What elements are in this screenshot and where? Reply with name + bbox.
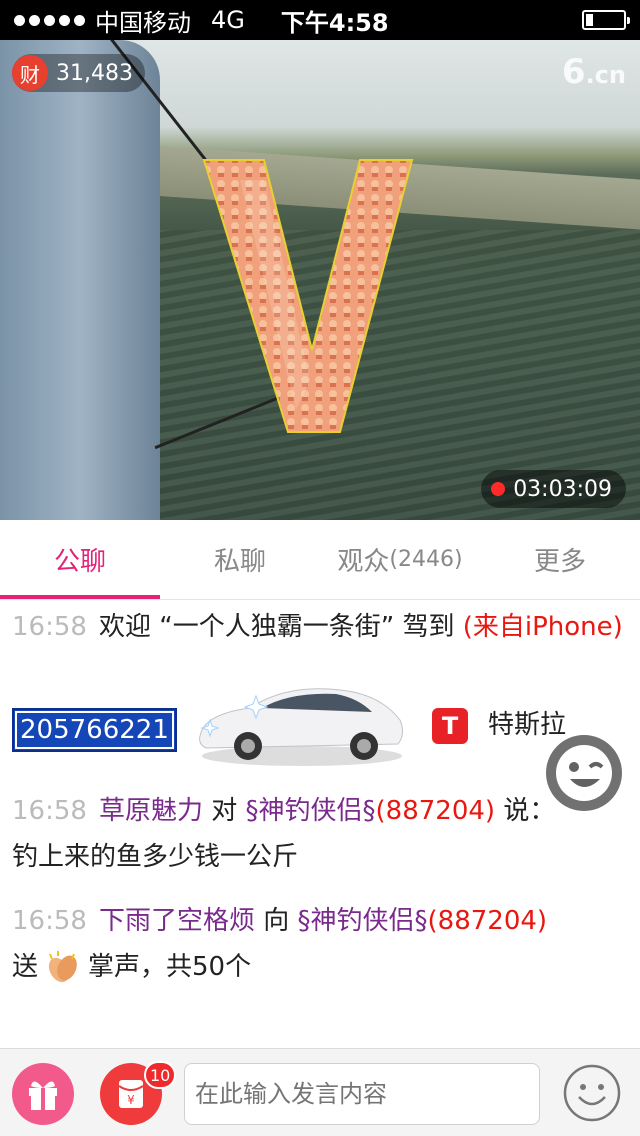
tab-label: 观众 <box>337 547 390 577</box>
site-logo: 6.cn <box>562 52 626 92</box>
chat-tabs: 公聊 私聊 观众 (2446) 更多 <box>0 520 640 600</box>
live-indicator-dot <box>491 482 506 496</box>
logo-suffix: .cn <box>585 61 626 89</box>
emoji-picker-icon[interactable] <box>562 1063 622 1123</box>
chat-message-welcome: 16:58 欢迎 “一个人独霸一条街” 驾到 (来自iPhone) <box>12 604 628 650</box>
welcome-prefix: 欢迎 <box>98 612 151 642</box>
status-time: 下午4:58 <box>280 8 389 37</box>
welcome-action: 驾到 <box>402 612 455 642</box>
wink-face-icon <box>556 745 612 801</box>
bottom-input-bar: ¥ 10 <box>0 1048 640 1136</box>
tab-label: 公聊 <box>53 547 106 577</box>
clap-gift-icon <box>48 950 77 982</box>
chat-input[interactable] <box>184 1063 540 1125</box>
gift-button[interactable] <box>12 1063 74 1125</box>
tab-audience[interactable]: 观众 (2446) <box>320 520 480 599</box>
carrier-name: 中国移动 <box>95 8 191 37</box>
svg-text:¥: ¥ <box>127 1093 135 1107</box>
gift-icon <box>29 1081 57 1110</box>
message-connector: 向 <box>263 906 290 936</box>
battery-icon <box>582 10 630 30</box>
signal-strength-icon <box>14 14 85 26</box>
car-gift-icon <box>199 688 404 766</box>
car-gift-row: 205766221 T 特斯拉 <box>12 664 628 784</box>
v-gift-animation <box>202 159 414 433</box>
message-recipient[interactable]: §神钓侠侣§ <box>298 906 428 936</box>
live-timer: 03:03:09 <box>481 470 626 508</box>
message-time: 16:58 <box>12 796 87 826</box>
video-angler <box>0 40 160 520</box>
live-duration: 03:03:09 <box>513 476 612 502</box>
tab-private-chat[interactable]: 私聊 <box>160 520 320 599</box>
tab-public-chat[interactable]: 公聊 <box>0 520 160 599</box>
wink-emoji-button[interactable] <box>546 735 622 811</box>
recipient-id: (887204) <box>427 906 548 936</box>
gift-description: 掌声，共50个 <box>88 952 252 982</box>
chat-message: 16:58 草原魅力 对 §神钓侠侣§(887204) 说： 钓上来的鱼多少钱一公… <box>12 788 628 880</box>
message-sender[interactable]: 下雨了空格烦 <box>99 906 255 936</box>
gift-send-word: 送 <box>12 952 39 982</box>
welcome-user[interactable]: “一个人独霸一条街” <box>159 612 394 642</box>
wealth-icon: 财 <box>12 55 48 91</box>
chat-list[interactable]: 16:58 欢迎 “一个人独霸一条街” 驾到 (来自iPhone) 2057662… <box>0 600 640 1048</box>
red-packet-count-badge: 10 <box>144 1061 177 1089</box>
user-id-badge[interactable]: 205766221 <box>12 708 177 752</box>
wealth-counter[interactable]: 财 31,483 <box>12 54 145 92</box>
wealth-count: 31,483 <box>56 60 133 86</box>
status-bar: 中国移动 4G 下午4:58 <box>0 0 640 40</box>
message-sender[interactable]: 草原魅力 <box>99 796 203 826</box>
message-connector: 对 <box>211 796 238 826</box>
chat-message-gift: 16:58 下雨了空格烦 向 §神钓侠侣§(887204) 送 掌声，共50个 <box>12 898 628 990</box>
message-text: 钓上来的鱼多少钱一公斤 <box>12 842 299 872</box>
message-time: 16:58 <box>12 906 87 936</box>
audience-count: (2446) <box>389 547 463 572</box>
recipient-id: (887204) <box>375 796 496 826</box>
welcome-source: (来自iPhone) <box>462 612 623 642</box>
message-say: 说： <box>503 796 556 826</box>
tesla-logo-icon: T <box>432 708 468 744</box>
logo-mark: 6 <box>561 52 586 92</box>
network-type: 4G <box>211 6 245 34</box>
tab-label: 私聊 <box>213 547 266 577</box>
message-recipient[interactable]: §神钓侠侣§ <box>246 796 376 826</box>
tab-more[interactable]: 更多 <box>480 520 640 599</box>
tab-label: 更多 <box>533 547 586 577</box>
message-time: 16:58 <box>12 612 87 642</box>
live-video[interactable]: 财 31,483 6.cn 03:03:09 <box>0 40 640 520</box>
red-packet-icon: ¥ <box>118 1080 144 1108</box>
